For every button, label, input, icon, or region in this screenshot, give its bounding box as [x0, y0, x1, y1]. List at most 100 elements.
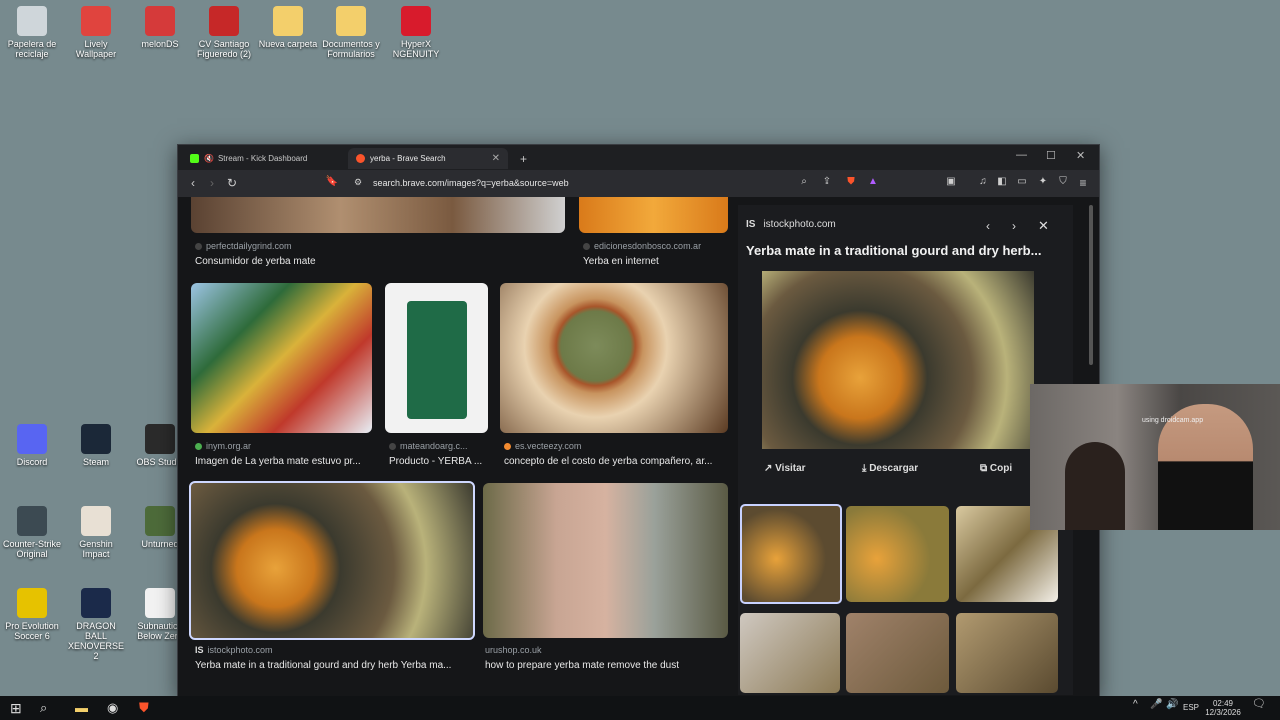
result-caption[interactable]: Consumidor de yerba mate: [195, 256, 555, 267]
file-explorer-icon[interactable]: ▬: [75, 700, 88, 715]
result-source: urushop.co.uk: [485, 645, 542, 655]
desktop-shortcut-label: Genshin Impact: [79, 539, 113, 559]
result-caption[interactable]: Producto - YERBA ...: [389, 456, 489, 467]
lively-wallpaper-icon: [81, 6, 111, 36]
recycle-bin-icon: [17, 6, 47, 36]
language-indicator[interactable]: ESP: [1183, 703, 1199, 712]
result-image[interactable]: [483, 483, 728, 638]
result-caption[interactable]: how to prepare yerba mate remove the dus…: [485, 660, 730, 671]
menu-icon[interactable]: ≡: [1075, 176, 1091, 190]
result-image[interactable]: [191, 283, 372, 433]
clock[interactable]: 02:49 12/3/2026: [1203, 699, 1243, 717]
search-icon[interactable]: ⌕: [40, 700, 47, 716]
preview-title: Yerba mate in a traditional gourd and dr…: [746, 243, 1042, 258]
result-caption[interactable]: Yerba en internet: [583, 256, 733, 267]
desktop-shortcut[interactable]: Discord: [1, 424, 63, 467]
webcam-watermark: using droidcam.app: [1142, 417, 1204, 424]
related-image[interactable]: [846, 506, 949, 602]
steam-icon: [81, 424, 111, 454]
related-image[interactable]: [956, 613, 1058, 693]
reload-icon[interactable]: ↻: [224, 176, 240, 190]
notifications-icon[interactable]: 🗨: [1252, 699, 1266, 710]
result-image[interactable]: [500, 283, 728, 433]
discord-icon: [17, 424, 47, 454]
share-icon[interactable]: ⇪: [819, 176, 835, 187]
desktop-shortcut-label: Steam: [82, 457, 109, 467]
result-image-selected[interactable]: [189, 481, 475, 640]
brave-shields-icon[interactable]: ⛊: [843, 176, 859, 187]
start-icon[interactable]: ⊞: [10, 700, 22, 717]
desktop-shortcut[interactable]: DRAGON BALL XENOVERSE 2: [65, 588, 127, 661]
desktop-shortcut-label: Discord: [16, 457, 48, 467]
desktop-shortcut[interactable]: Nueva carpeta: [257, 6, 319, 49]
desktop-shortcut-label: melonDS: [141, 39, 179, 49]
istock-icon: IS: [746, 219, 756, 230]
prev-image-icon[interactable]: ‹: [986, 219, 990, 233]
sidebar-icon[interactable]: ◧: [994, 176, 1010, 187]
volume-icon[interactable]: 🔊: [1166, 700, 1178, 710]
desktop-shortcut[interactable]: CV Santiago Figueredo (2): [193, 6, 255, 59]
result-image[interactable]: [385, 283, 488, 433]
desktop-shortcut[interactable]: Pro Evolution Soccer 6: [1, 588, 63, 641]
forward-icon[interactable]: ›: [204, 176, 220, 190]
next-image-icon[interactable]: ›: [1012, 219, 1016, 233]
related-image[interactable]: [740, 504, 842, 604]
tab-brave-search[interactable]: yerba - Brave Search ✕: [348, 148, 508, 169]
desktop-shortcut[interactable]: Genshin Impact: [65, 506, 127, 559]
result-caption[interactable]: concepto de el costo de yerba compañero,…: [504, 456, 729, 467]
desktop-shortcut[interactable]: Papelera de reciclaje: [1, 6, 63, 59]
brave-taskbar-icon[interactable]: ⛊: [139, 700, 149, 716]
result-caption[interactable]: Yerba mate in a traditional gourd and dr…: [195, 660, 470, 671]
melonds-icon: [145, 6, 175, 36]
tabs-icon[interactable]: ▣: [943, 176, 959, 187]
result-image[interactable]: [191, 197, 565, 233]
address-bar[interactable]: search.brave.com/images?q=yerba&source=w…: [373, 178, 569, 188]
tab-label: Stream - Kick Dashboard: [217, 154, 308, 163]
download-button[interactable]: ⤓ Descargar: [862, 463, 918, 474]
maximize-icon[interactable]: ☐: [1046, 149, 1056, 162]
folder-icon: [336, 6, 366, 36]
result-caption[interactable]: Imagen de La yerba mate estuvo pr...: [195, 456, 375, 467]
leo-icon[interactable]: ✦: [1035, 176, 1051, 187]
close-window-icon[interactable]: ✕: [1076, 149, 1085, 162]
clock-date: 12/3/2026: [1205, 708, 1241, 717]
desktop-shortcut[interactable]: Lively Wallpaper: [65, 6, 127, 59]
mic-icon[interactable]: 🎤: [1150, 700, 1162, 710]
music-icon[interactable]: ♫: [975, 176, 991, 187]
copy-button[interactable]: ⧉ Copi: [980, 463, 1012, 474]
desktop-shortcut-label: Documentos y Formularios: [322, 39, 380, 59]
desktop-shortcut[interactable]: Documentos y Formularios: [320, 6, 382, 59]
site-info-icon[interactable]: ⚙: [350, 177, 366, 188]
desktop-shortcut[interactable]: HyperX NGENUITY: [385, 6, 447, 59]
zoom-icon[interactable]: ⌕: [796, 176, 812, 187]
minimize-icon[interactable]: —: [1016, 149, 1027, 161]
back-icon[interactable]: ‹: [185, 176, 201, 190]
related-image[interactable]: [740, 613, 840, 693]
brave-rewards-icon[interactable]: ▲: [865, 176, 881, 187]
desktop-shortcut[interactable]: Counter-Strike Original: [1, 506, 63, 559]
panel-scrollbar[interactable]: [1089, 205, 1093, 365]
tab-bar: 🔇 Stream - Kick Dashboard yerba - Brave …: [178, 145, 1099, 170]
desktop-shortcut[interactable]: melonDS: [129, 6, 191, 49]
close-panel-icon[interactable]: ✕: [1038, 218, 1049, 234]
result-source: IS istockphoto.com: [195, 645, 273, 655]
bookmark-icon[interactable]: 🔖: [324, 176, 340, 187]
copy-icon: ⧉: [980, 463, 990, 474]
preview-source[interactable]: IS istockphoto.com: [746, 219, 836, 230]
desktop-shortcut-label: Lively Wallpaper: [75, 39, 117, 59]
vpn-icon[interactable]: ⛉: [1055, 176, 1071, 187]
desktop-shortcut[interactable]: Steam: [65, 424, 127, 467]
obs-taskbar-icon[interactable]: ◉: [107, 700, 118, 716]
result-image[interactable]: [579, 197, 728, 233]
related-image[interactable]: [846, 613, 949, 693]
tray-chevron-icon[interactable]: ^: [1133, 700, 1138, 710]
preview-image[interactable]: [762, 271, 1034, 449]
mute-icon[interactable]: 🔇: [204, 154, 214, 163]
kick-icon: [190, 154, 199, 163]
tab-kick[interactable]: 🔇 Stream - Kick Dashboard: [182, 148, 342, 169]
close-tab-icon[interactable]: ✕: [492, 153, 500, 164]
new-tab-button[interactable]: +: [512, 148, 532, 169]
wallet-icon[interactable]: ▭: [1014, 176, 1030, 187]
result-source: edicionesdonbosco.com.ar: [583, 241, 701, 251]
visit-button[interactable]: ↗ Visitar: [764, 463, 806, 474]
